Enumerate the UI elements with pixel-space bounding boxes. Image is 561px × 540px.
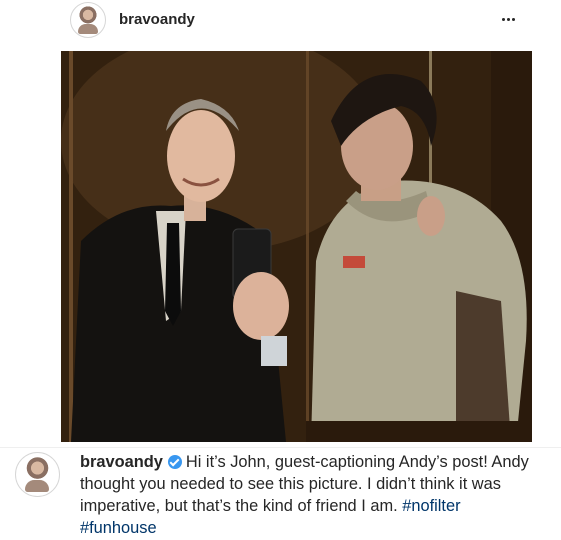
man-left-tie [165,223,181,326]
hashtag-link[interactable]: #nofilter [402,497,460,515]
man-left-face [167,110,235,202]
man-right-hand [417,196,445,236]
more-options-button[interactable] [497,8,519,30]
avatar-figure [25,480,49,492]
man-left-cuff [261,336,287,366]
post-username[interactable]: bravoandy [119,11,195,28]
profile-avatar[interactable] [70,2,106,38]
more-dot [511,17,515,21]
more-horizontal-icon [501,17,505,21]
post-photo[interactable] [61,51,532,442]
caption-avatar[interactable] [15,452,60,497]
verified-badge-icon [167,455,182,469]
post-header: bravoandy [0,0,561,40]
man-left-hand [233,272,289,340]
caption-text: bravoandy Hi it’s John, guest-captioning … [80,451,540,539]
avatar-figure [78,24,98,34]
more-dot [506,17,510,21]
floor-shadow [306,421,532,442]
photo-illustration [61,51,532,442]
hoodie-logo [343,256,365,268]
hashtag-link[interactable]: #funhouse [80,519,157,537]
post-caption: bravoandy Hi it’s John, guest-captioning … [0,447,561,540]
caption-username[interactable]: bravoandy [80,453,163,471]
